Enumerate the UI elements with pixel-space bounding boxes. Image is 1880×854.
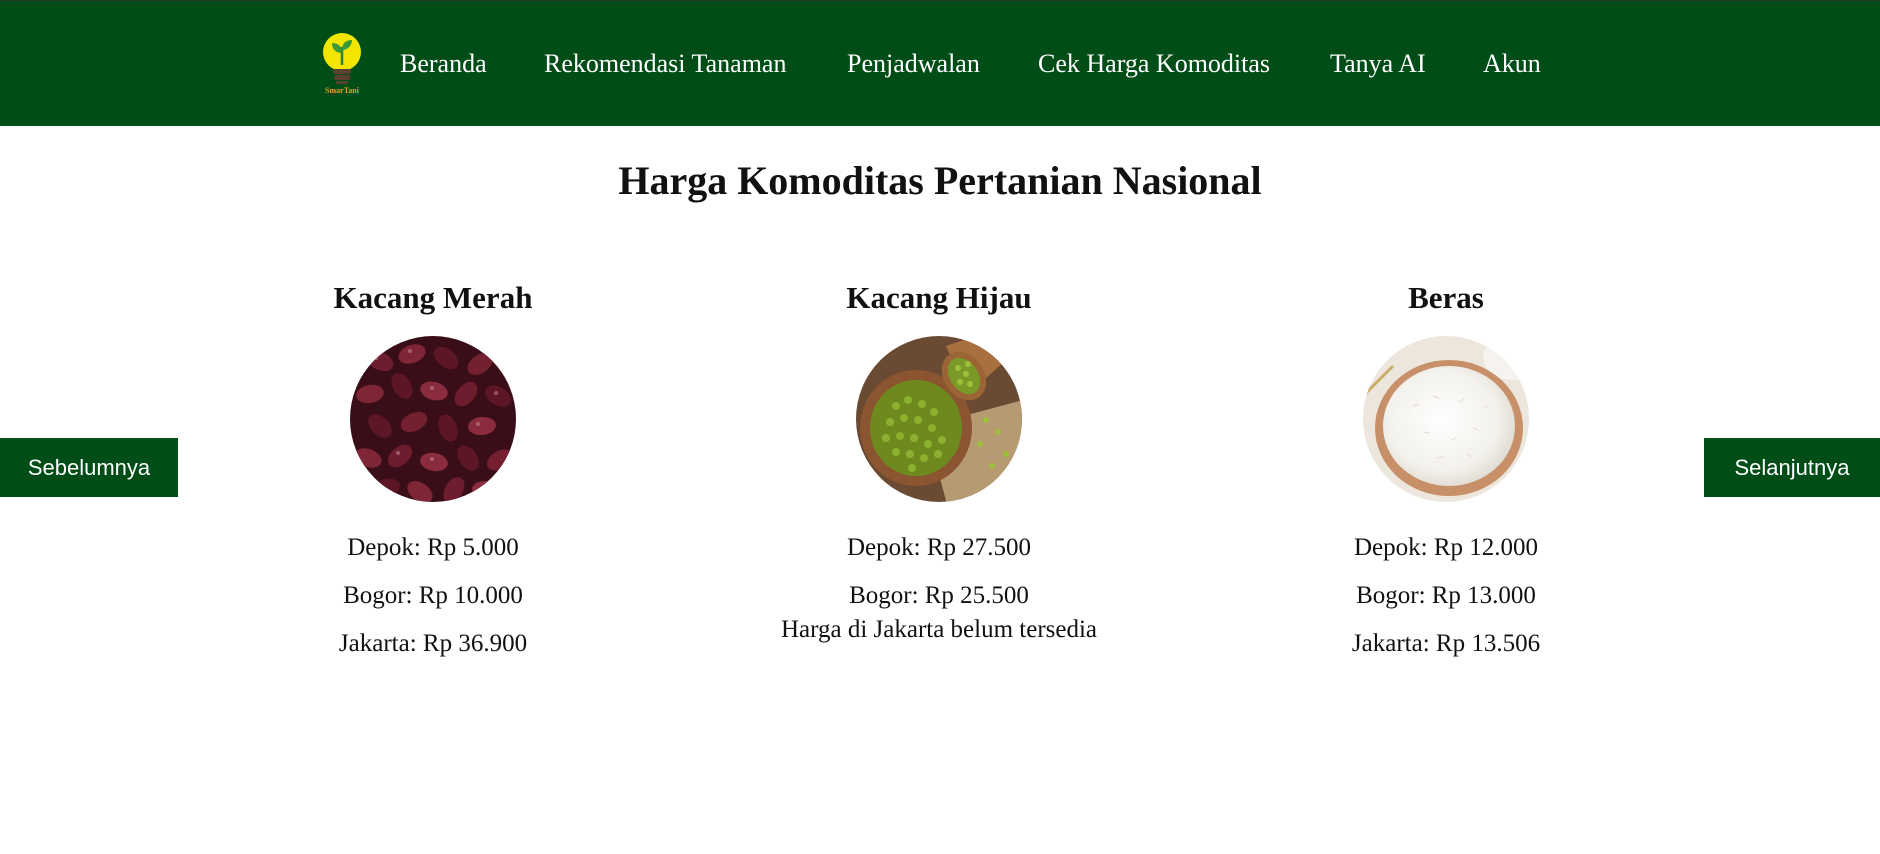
red-beans-image xyxy=(350,336,516,502)
commodity-name: Kacang Hijau xyxy=(846,280,1032,315)
price-depok: Depok: Rp 27.500 xyxy=(846,534,1032,561)
price-jakarta: Jakarta: Rp 13.506 xyxy=(1351,630,1541,657)
price-jakarta: Jakarta: Rp 36.900 xyxy=(338,630,528,657)
price-unavailable-note: Harga di Jakarta belum tersedia xyxy=(780,616,1098,643)
mung-beans-image xyxy=(856,336,1022,502)
price-bogor: Bogor: Rp 25.500 xyxy=(849,582,1029,609)
nav-penjadwalan[interactable]: Penjadwalan xyxy=(847,47,980,81)
commodity-card-beras: Beras Depok: Rp 12.000 Bogor: Rp 13.000 … xyxy=(1216,274,1676,668)
price-depok: Depok: Rp 12.000 xyxy=(1353,534,1539,561)
commodity-card-kacang-hijau: Kacang Hijau Depok: Rp 27.500 Bogor: Rp … xyxy=(709,274,1169,646)
logo-text: SmarTani xyxy=(325,86,360,95)
lightbulb-plant-icon: SmarTani xyxy=(323,33,361,95)
page-title: Harga Komoditas Pertanian Nasional xyxy=(618,158,1262,203)
nav-tanya-ai[interactable]: Tanya AI xyxy=(1330,47,1426,81)
rice-image xyxy=(1363,336,1529,502)
price-bogor: Bogor: Rp 10.000 xyxy=(343,582,523,609)
next-button[interactable]: Selanjutnya xyxy=(1704,438,1880,497)
commodity-name: Kacang Merah xyxy=(333,280,533,315)
commodity-card-kacang-merah: Kacang Merah Depok: Rp 5.000 Bogor: Rp 1… xyxy=(203,274,663,668)
commodity-name: Beras xyxy=(1408,280,1484,315)
price-bogor: Bogor: Rp 13.000 xyxy=(1356,582,1536,609)
previous-button[interactable]: Sebelumnya xyxy=(0,438,178,497)
nav-cek-harga-komoditas[interactable]: Cek Harga Komoditas xyxy=(1038,47,1270,81)
nav-beranda[interactable]: Beranda xyxy=(400,47,487,81)
nav-rekomendasi-tanaman[interactable]: Rekomendasi Tanaman xyxy=(544,47,786,81)
top-navbar: SmarTani Beranda Rekomendasi Tanaman Pen… xyxy=(0,0,1880,126)
smartani-logo[interactable]: SmarTani xyxy=(316,31,370,97)
nav-akun[interactable]: Akun xyxy=(1483,47,1541,81)
price-depok: Depok: Rp 5.000 xyxy=(347,534,519,561)
